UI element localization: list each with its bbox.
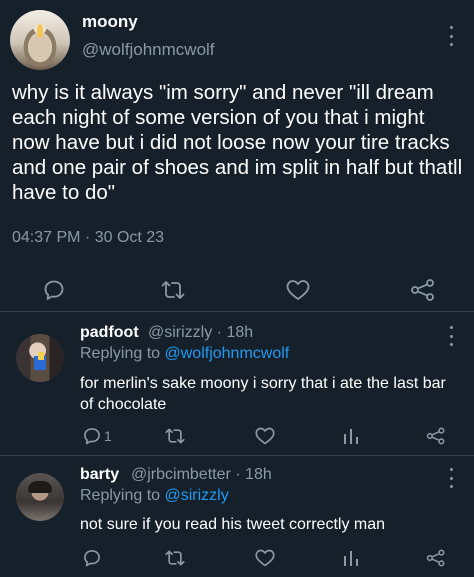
retweet-icon[interactable]	[160, 278, 186, 302]
user-handle[interactable]: @wolfjohnmcwolf	[82, 40, 215, 60]
tweet-thread: moony @wolfjohnmcwolf why is it always "…	[0, 0, 474, 577]
share-icon[interactable]	[426, 426, 446, 446]
more-options-icon[interactable]	[448, 26, 454, 46]
analytics-icon[interactable]	[342, 548, 360, 568]
reply-icon[interactable]	[42, 278, 66, 302]
retweet-icon[interactable]	[164, 426, 186, 446]
like-icon[interactable]	[254, 548, 276, 568]
more-options-icon[interactable]	[448, 326, 454, 346]
tweet-timestamp[interactable]: 04:37 PM · 30 Oct 23	[12, 229, 164, 247]
reply-icon[interactable]	[82, 426, 102, 446]
user-handle-time[interactable]: @sirizzly · 18h	[148, 324, 253, 342]
replying-to: Replying to @sirizzly	[80, 487, 229, 505]
share-icon[interactable]	[410, 278, 436, 302]
reply-icon[interactable]	[82, 548, 102, 568]
divider	[0, 311, 474, 312]
user-handle-time[interactable]: @jrbcimbetter · 18h	[131, 466, 272, 484]
avatar[interactable]	[16, 473, 64, 521]
replying-to-link[interactable]: @wolfjohnmcwolf	[165, 345, 290, 362]
share-icon[interactable]	[426, 548, 446, 568]
display-name[interactable]: padfoot	[80, 324, 139, 342]
reply-count: 1	[104, 428, 112, 444]
analytics-icon[interactable]	[342, 426, 360, 446]
divider	[0, 455, 474, 456]
like-icon[interactable]	[254, 426, 276, 446]
replying-to-label: Replying to	[80, 487, 165, 504]
reply-text: not sure if you read his tweet correctly…	[80, 516, 386, 533]
replying-to-label: Replying to	[80, 345, 165, 362]
retweet-icon[interactable]	[164, 548, 186, 568]
tweet-text: why is it always "im sorry" and never "i…	[12, 81, 468, 204]
replying-to-link[interactable]: @sirizzly	[165, 487, 229, 504]
like-icon[interactable]	[285, 278, 311, 302]
avatar[interactable]	[10, 10, 70, 70]
replying-to: Replying to @wolfjohnmcwolf	[80, 345, 289, 363]
main-tweet: moony @wolfjohnmcwolf why is it always "…	[0, 0, 474, 308]
more-options-icon[interactable]	[448, 468, 454, 488]
display-name[interactable]: moony	[82, 12, 138, 32]
reply-text: for merlin's sake moony i sorry that i a…	[80, 375, 451, 413]
tweet-actions	[0, 276, 474, 302]
display-name[interactable]: barty	[80, 466, 119, 484]
avatar[interactable]	[16, 334, 64, 382]
